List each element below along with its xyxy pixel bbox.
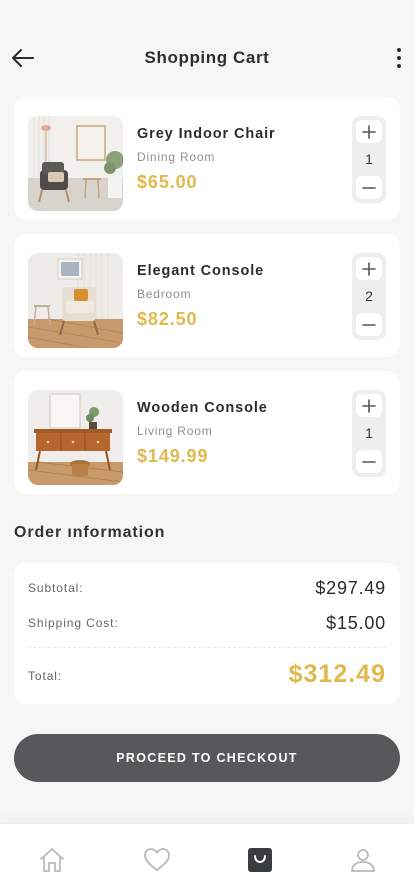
- tab-favorites[interactable]: [141, 844, 173, 876]
- tab-profile[interactable]: [347, 844, 379, 876]
- page-title: Shopping Cart: [144, 48, 270, 67]
- tab-home[interactable]: [36, 844, 68, 876]
- decrease-button[interactable]: [356, 176, 382, 199]
- cart-item: Wooden Console Living Room $149.99 1: [14, 371, 400, 494]
- product-price: $149.99: [137, 446, 209, 466]
- header: Shopping Cart: [0, 36, 414, 80]
- product-room: Living Room: [137, 424, 213, 438]
- more-vertical-icon[interactable]: [392, 46, 406, 70]
- order-information-title: Order ınformation: [14, 524, 166, 541]
- heart-icon: [144, 848, 170, 871]
- quantity-stepper: 1: [352, 116, 386, 203]
- grey-chair-photo: [28, 116, 123, 211]
- user-icon: [351, 849, 375, 872]
- subtotal-value: $297.49: [315, 578, 386, 598]
- tab-cart[interactable]: [244, 844, 276, 876]
- home-icon: [40, 848, 64, 872]
- bottom-tab-bar: [0, 823, 414, 896]
- total-label: Total:: [28, 669, 63, 683]
- minus-icon: [362, 186, 376, 189]
- decrease-button[interactable]: [356, 450, 382, 473]
- increase-button[interactable]: [356, 120, 382, 143]
- product-name: Wooden Console: [137, 400, 268, 416]
- product-name: Elegant Console: [137, 263, 265, 279]
- plus-icon: [362, 261, 376, 276]
- product-name: Grey Indoor Chair: [137, 126, 276, 142]
- decrease-button[interactable]: [356, 313, 382, 336]
- increase-button[interactable]: [356, 257, 382, 280]
- product-price: $65.00: [137, 172, 198, 192]
- subtotal-label: Subtotal:: [28, 581, 84, 595]
- quantity-value: 1: [365, 151, 373, 167]
- wooden-console-photo: [28, 390, 123, 485]
- minus-icon: [362, 460, 376, 463]
- total-value: $312.49: [288, 660, 386, 688]
- increase-button[interactable]: [356, 394, 382, 417]
- divider: [28, 647, 386, 648]
- product-room: Bedroom: [137, 287, 192, 301]
- plus-icon: [362, 124, 376, 139]
- armchair-photo: [28, 253, 123, 348]
- shipping-label: Shipping Cost:: [28, 616, 119, 630]
- minus-icon: [362, 323, 376, 326]
- quantity-value: 2: [365, 288, 373, 304]
- quantity-stepper: 1: [352, 390, 386, 477]
- plus-icon: [362, 398, 376, 413]
- shopping-bag-icon: [248, 848, 272, 872]
- cart-item: Elegant Console Bedroom $82.50 2: [14, 234, 400, 357]
- proceed-to-checkout-button[interactable]: PROCEED TO CHECKOUT: [14, 734, 400, 782]
- order-summary-card: Subtotal: $297.49 Shipping Cost: $15.00 …: [14, 563, 400, 704]
- quantity-stepper: 2: [352, 253, 386, 340]
- product-price: $82.50: [137, 309, 198, 329]
- shipping-value: $15.00: [326, 613, 386, 633]
- quantity-value: 1: [365, 425, 373, 441]
- cart-item: Grey Indoor Chair Dining Room $65.00 1: [14, 97, 400, 220]
- product-room: Dining Room: [137, 150, 216, 164]
